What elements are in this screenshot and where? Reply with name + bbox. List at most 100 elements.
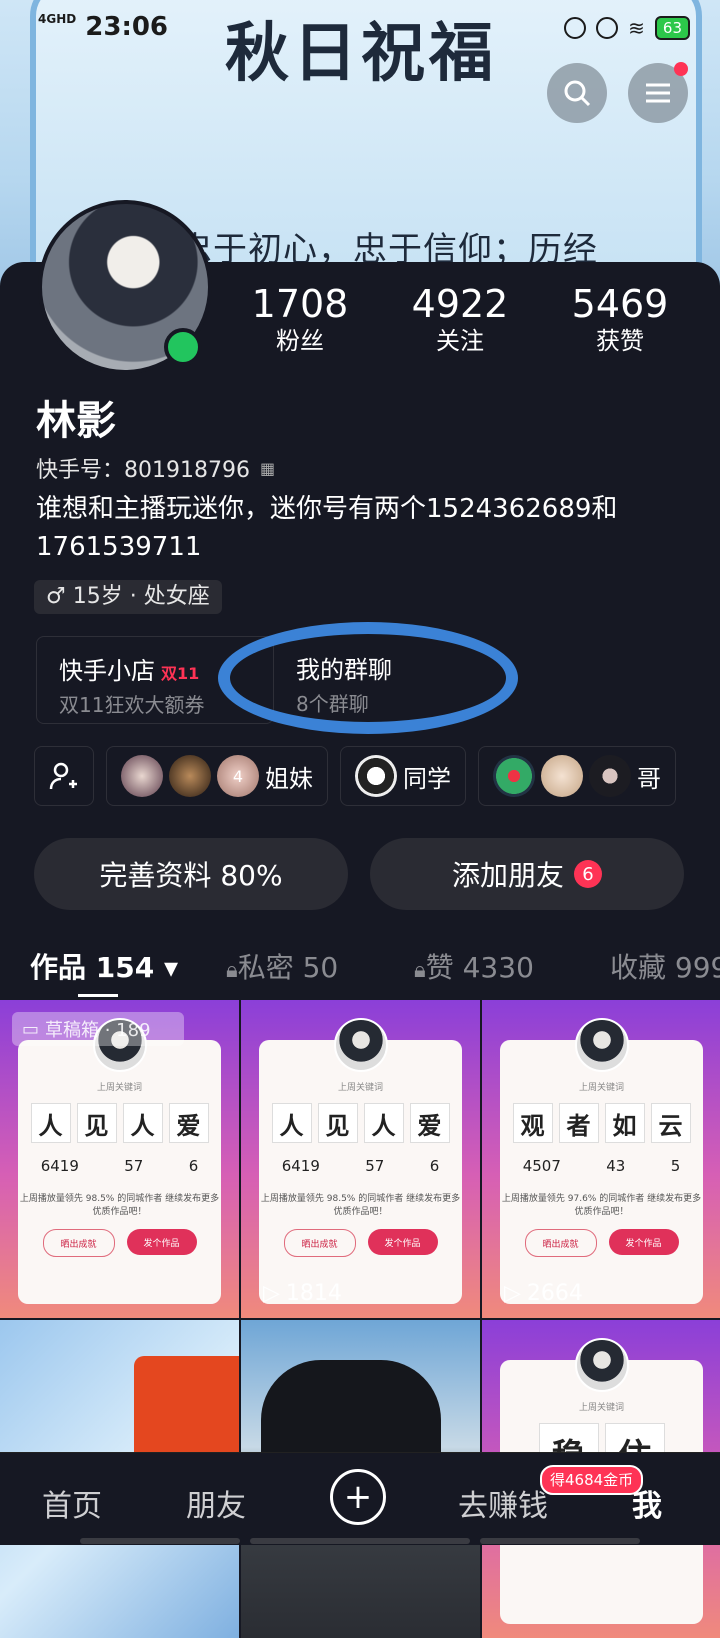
card-stat: 57 — [365, 1157, 385, 1175]
nav-home[interactable]: 首页 — [42, 1481, 102, 1525]
avatar-count-label: 4 — [232, 766, 244, 786]
stat-likes[interactable]: 5469 获赞 — [540, 282, 700, 356]
kuaishou-id-row[interactable]: 快手号：801918796 ▦ — [36, 452, 275, 484]
friend-group-label: 姐妹 — [265, 764, 313, 793]
shop-subtitle: 双11狂欢大额券 — [59, 693, 205, 717]
stat-followers[interactable]: 1708 粉丝 — [220, 282, 380, 356]
play-count-value: 2664 — [526, 1281, 583, 1306]
search-icon — [564, 80, 591, 107]
works-grid: 上周关键词 人 见 人 爱 6419 57 6 上周播放量领先 98.5% 的同… — [0, 1000, 720, 1638]
friend-group-brothers[interactable]: 哥 — [478, 746, 676, 806]
card-content: 上周关键词 人 见 人 爱 6419 57 6 上周播放量领先 98.5% 的同… — [18, 1040, 221, 1304]
post-work-button: 发个作品 — [367, 1229, 438, 1255]
card-note: 上周播放量领先 98.5% 的同城作者 继续发布更多优质作品吧！ — [19, 1194, 220, 1217]
keyword-row: 观 者 如 云 — [500, 1103, 703, 1143]
stat-label: 粉丝 — [276, 327, 324, 355]
avatar — [493, 755, 535, 797]
tab-works-label: 作品 154 ▾ — [30, 951, 178, 984]
avatar — [355, 755, 397, 797]
avatar — [541, 755, 583, 797]
work-thumbnail[interactable]: 上周关键词 观 者 如 云 4507 43 5 上周播放量领先 97.6% 的同… — [482, 1000, 720, 1318]
tab-favorites[interactable]: 收藏 999 — [610, 946, 720, 986]
wifi-icon: ≋ — [628, 16, 645, 40]
share-achievement-button: 晒出成就 — [283, 1229, 356, 1257]
card-stat: 6419 — [281, 1157, 320, 1175]
keyword-char: 爱 — [168, 1103, 209, 1143]
card-stat: 6419 — [40, 1157, 79, 1175]
tab-liked[interactable]: 🔒︎赞 4330 — [414, 946, 534, 986]
plus-icon: + — [343, 1477, 373, 1517]
mute-icon — [596, 17, 619, 39]
card-avatar — [334, 1018, 388, 1072]
nav-earn[interactable]: 去赚钱 — [458, 1481, 548, 1525]
keyword-row: 人 见 人 爱 — [18, 1103, 221, 1143]
search-button[interactable] — [547, 63, 607, 123]
play-count: ▷ 2664 — [504, 1281, 583, 1306]
tab-works[interactable]: 作品 154 ▾ — [30, 946, 178, 986]
nav-friends[interactable]: 朋友 — [186, 1481, 246, 1525]
double11-badge: 双11 — [161, 664, 200, 683]
complete-profile-button[interactable]: 完善资料 80% — [34, 838, 348, 910]
stat-label: 获赞 — [596, 327, 644, 355]
add-friend-button[interactable]: 添加朋友 6 — [370, 838, 684, 910]
shop-title-row: 快手小店 双11 — [59, 651, 199, 686]
friend-groups: 4 姐妹 同学 哥 — [34, 746, 676, 806]
tab-private[interactable]: 🔒︎私密 50 — [226, 946, 338, 986]
drafts-badge[interactable]: ▭ 草稿箱 · 189 — [12, 1012, 184, 1046]
qrcode-icon[interactable]: ▦ — [260, 459, 275, 478]
work-thumbnail[interactable]: 上周关键词 人 见 人 爱 6419 57 6 上周播放量领先 98.5% 的同… — [0, 1000, 239, 1318]
keyword-char: 者 — [558, 1103, 599, 1143]
nav-me[interactable]: 我 — [632, 1481, 662, 1525]
card-stat: 57 — [124, 1157, 144, 1175]
card-caption: 上周关键词 — [578, 1083, 624, 1093]
friend-group-classmates[interactable]: 同学 — [340, 746, 466, 806]
add-friend-badge: 6 — [574, 860, 602, 888]
card-stats: 6419 57 6 — [259, 1157, 462, 1175]
share-achievement-button: 晒出成就 — [524, 1229, 597, 1257]
profile-stats: 1708 粉丝 4922 关注 5469 获赞 — [220, 282, 700, 356]
share-achievement-button: 晒出成就 — [42, 1229, 115, 1257]
avatar — [589, 755, 631, 797]
work-thumbnail[interactable]: 上周关键词 人 见 人 爱 6419 57 6 上周播放量领先 98.5% 的同… — [241, 1000, 480, 1318]
online-indicator — [164, 328, 202, 366]
network-indicator: 4GHD — [38, 12, 77, 26]
tab-private-label: 私密 50 — [237, 951, 339, 984]
alarm-icon — [564, 17, 587, 39]
bottom-nav: 首页 朋友 + 去赚钱 得4684金币 我 — [0, 1452, 720, 1545]
stat-following[interactable]: 4922 关注 — [380, 282, 540, 356]
gesture-bar — [250, 1538, 470, 1544]
card-buttons: 晒出成就 发个作品 — [259, 1229, 462, 1257]
add-user-icon — [49, 762, 77, 790]
friend-group-label: 同学 — [403, 764, 451, 793]
card-content: 上周关键词 人 见 人 爱 6419 57 6 上周播放量领先 98.5% 的同… — [259, 1040, 462, 1304]
add-friend-chip[interactable] — [34, 746, 94, 806]
post-work-button: 发个作品 — [126, 1229, 197, 1255]
drafts-label: 草稿箱 · 189 — [45, 1020, 151, 1041]
gesture-bar — [80, 1538, 240, 1544]
card-avatar — [575, 1338, 629, 1392]
profile-bio: 谁想和主播玩迷你，迷你号有两个1524362689和1761539711 — [36, 494, 618, 562]
card-stat: 5 — [670, 1157, 681, 1175]
stat-label: 关注 — [436, 327, 484, 355]
keyword-char: 人 — [30, 1103, 71, 1143]
thumbnail-object — [134, 1356, 239, 1466]
friend-group-sisters[interactable]: 4 姐妹 — [106, 746, 328, 806]
complete-profile-label: 完善资料 80% — [99, 859, 283, 892]
keyword-char: 见 — [317, 1103, 358, 1143]
keyword-char: 如 — [604, 1103, 645, 1143]
play-count: ▷ 1814 — [263, 1281, 342, 1306]
stat-value: 5469 — [571, 282, 669, 326]
card-buttons: 晒出成就 发个作品 — [500, 1229, 703, 1257]
play-count-value: 1814 — [285, 1281, 342, 1306]
keyword-char: 人 — [363, 1103, 404, 1143]
keyword-char: 云 — [650, 1103, 691, 1143]
keyword-char: 爱 — [409, 1103, 450, 1143]
card-avatar — [575, 1018, 629, 1072]
keyword-char: 人 — [122, 1103, 163, 1143]
create-button[interactable]: + — [330, 1469, 386, 1525]
keyword-char: 人 — [271, 1103, 312, 1143]
status-right: ≋ 63 — [564, 16, 690, 40]
gender-age-tag: ♂ 15岁 · 处女座 — [34, 580, 222, 614]
folder-icon: ▭ — [22, 1018, 40, 1040]
card-stat: 4507 — [522, 1157, 561, 1175]
